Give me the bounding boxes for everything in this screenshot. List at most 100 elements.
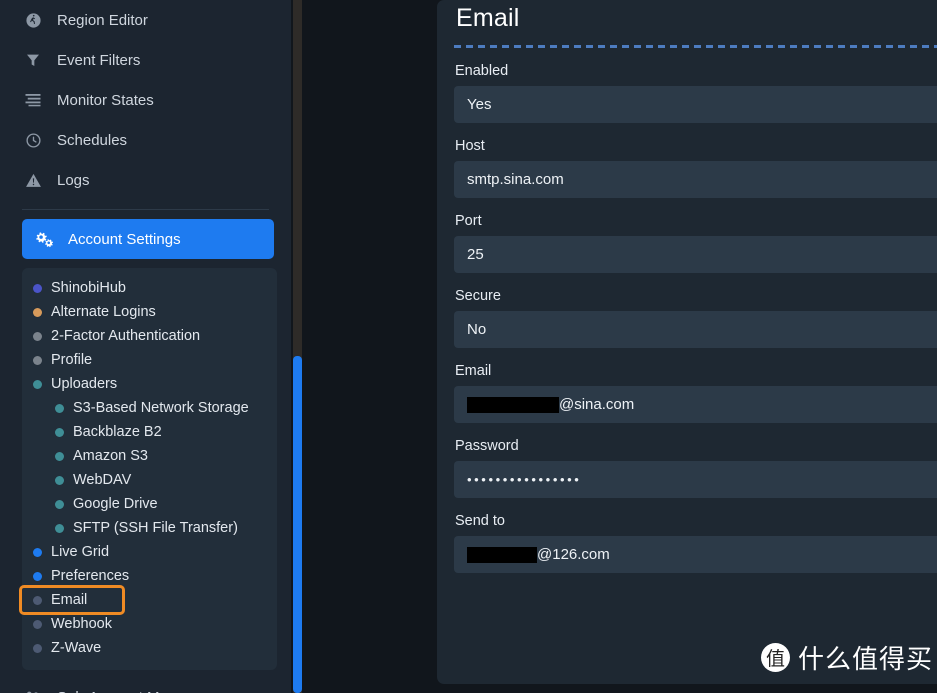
bullet-dot — [33, 355, 42, 365]
bullet-dot — [33, 643, 42, 653]
sub-item-uploaders[interactable]: Uploaders — [22, 372, 277, 396]
sidebar: Region Editor Event Filters Monitor Stat… — [0, 0, 291, 693]
list-lines-icon — [22, 93, 44, 107]
sub-item-label: S3-Based Network Storage — [73, 400, 249, 416]
sidebar-scrollbar-thumb[interactable] — [293, 356, 302, 693]
watermark: 值 什么值得买 — [760, 639, 933, 676]
field-label: Secure — [455, 288, 501, 304]
field-host: Host smtp.sina.com — [437, 123, 937, 198]
redaction-bar — [467, 546, 537, 563]
bullet-dot — [55, 427, 64, 437]
field-enabled: Enabled Yes — [437, 48, 937, 123]
shinobi-settings-window: Region Editor Event Filters Monitor Stat… — [0, 0, 937, 693]
sidebar-item-region-editor[interactable]: Region Editor — [0, 0, 291, 40]
field-label: Email — [455, 363, 492, 379]
sub-item-webhook[interactable]: Webhook — [22, 612, 277, 636]
bullet-dot — [33, 283, 42, 293]
email-settings-panel: Email Enabled Yes Host smtp.sina.com Por… — [437, 0, 937, 684]
sub-item-s3-based-network-storage[interactable]: S3-Based Network Storage — [22, 396, 277, 420]
sidebar-item-label: Region Editor — [57, 11, 148, 29]
field-label: Port — [455, 213, 482, 229]
sub-item-label: Uploaders — [51, 376, 118, 392]
sub-item-label: Live Grid — [51, 544, 110, 560]
sidebar-item-monitor-states[interactable]: Monitor States — [0, 80, 291, 120]
sidebar-item-label: Sub-Account Manager — [57, 689, 206, 693]
sub-item-webdav[interactable]: WebDAV — [22, 468, 277, 492]
sidebar-item-logs[interactable]: Logs — [0, 160, 291, 200]
field-secure: Secure No — [437, 273, 937, 348]
sidebar-item-sub-account-manager[interactable]: Sub-Account Manager — [0, 677, 291, 693]
bullet-dot — [55, 403, 64, 413]
bullet-dot — [55, 451, 64, 461]
sub-item-label: Backblaze B2 — [73, 424, 162, 440]
bullet-dot — [33, 571, 42, 581]
secure-select[interactable]: No — [454, 311, 937, 348]
warning-triangle-icon — [22, 172, 44, 189]
sub-item-sftp[interactable]: SFTP (SSH File Transfer) — [22, 516, 277, 540]
sub-item-shinobihub[interactable]: ShinobiHub — [22, 276, 277, 300]
sidebar-item-account-settings[interactable]: Account Settings — [22, 219, 274, 259]
sidebar-item-label: Logs — [57, 171, 90, 189]
sub-item-label: Webhook — [51, 616, 112, 632]
sidebar-item-event-filters[interactable]: Event Filters — [0, 40, 291, 80]
sub-item-email[interactable]: Email — [19, 585, 125, 615]
page-title: Email — [456, 4, 520, 32]
bullet-dot — [33, 331, 42, 341]
funnel-icon — [22, 52, 44, 68]
redaction-bar — [467, 396, 559, 413]
sub-item-label: WebDAV — [73, 472, 132, 488]
port-input[interactable]: 25 — [454, 236, 937, 273]
email-domain: @sina.com — [559, 396, 635, 413]
bullet-dot — [33, 307, 42, 317]
field-label: Password — [455, 438, 519, 454]
sub-item-label: ShinobiHub — [51, 280, 126, 296]
sub-item-2-factor-authentication[interactable]: 2-Factor Authentication — [22, 324, 277, 348]
sub-item-profile[interactable]: Profile — [22, 348, 277, 372]
watermark-text: 什么值得买 — [797, 645, 933, 675]
content-gap — [291, 0, 437, 693]
sidebar-item-schedules[interactable]: Schedules — [0, 120, 291, 160]
sidebar-divider — [22, 209, 269, 210]
password-masked-value: •••••••••••••••• — [467, 472, 582, 487]
host-input[interactable]: smtp.sina.com — [454, 161, 937, 198]
bullet-dot — [33, 595, 42, 605]
sub-item-backblaze-b2[interactable]: Backblaze B2 — [22, 420, 277, 444]
bullet-dot — [55, 499, 64, 509]
sub-item-google-drive[interactable]: Google Drive — [22, 492, 277, 516]
gears-icon — [33, 231, 55, 248]
sub-item-label: SFTP (SSH File Transfer) — [73, 520, 238, 536]
field-label: Host — [455, 138, 485, 154]
field-send-to: Send to @126.com — [437, 498, 937, 573]
bullet-dot — [55, 475, 64, 485]
sub-item-label: Amazon S3 — [73, 448, 148, 464]
sidebar-item-label: Account Settings — [68, 230, 181, 248]
bullet-dot — [33, 547, 42, 557]
sub-item-live-grid[interactable]: Live Grid — [22, 540, 277, 564]
sub-item-alternate-logins[interactable]: Alternate Logins — [22, 300, 277, 324]
sub-item-preferences[interactable]: Preferences — [22, 564, 277, 588]
users-group-icon — [22, 690, 44, 693]
email-input[interactable]: @sina.com — [454, 386, 937, 423]
sidebar-item-label: Event Filters — [57, 51, 141, 69]
sub-item-label: Z-Wave — [51, 640, 102, 656]
enabled-select[interactable]: Yes — [454, 86, 937, 123]
sidebar-item-label: Schedules — [57, 131, 128, 149]
sub-item-z-wave[interactable]: Z-Wave — [22, 636, 277, 660]
region-editor-icon — [22, 12, 44, 29]
account-settings-sub-list: ShinobiHub Alternate Logins 2-Factor Aut… — [19, 268, 277, 670]
sub-item-amazon-s3[interactable]: Amazon S3 — [22, 444, 277, 468]
field-password: Password •••••••••••••••• — [437, 423, 937, 498]
password-input[interactable]: •••••••••••••••• — [454, 461, 937, 498]
sub-item-label: 2-Factor Authentication — [51, 328, 201, 344]
field-label: Send to — [455, 513, 505, 529]
bullet-dot — [33, 379, 42, 389]
sidebar-item-label: Monitor States — [57, 91, 154, 109]
sub-item-label: Preferences — [51, 568, 130, 584]
sub-item-label: Google Drive — [73, 496, 158, 512]
bullet-dot — [55, 523, 64, 533]
bullet-dot — [33, 619, 42, 629]
field-email: Email @sina.com — [437, 348, 937, 423]
send-to-input[interactable]: @126.com — [454, 536, 937, 573]
send-to-domain: @126.com — [537, 546, 610, 563]
clock-icon — [22, 132, 44, 149]
